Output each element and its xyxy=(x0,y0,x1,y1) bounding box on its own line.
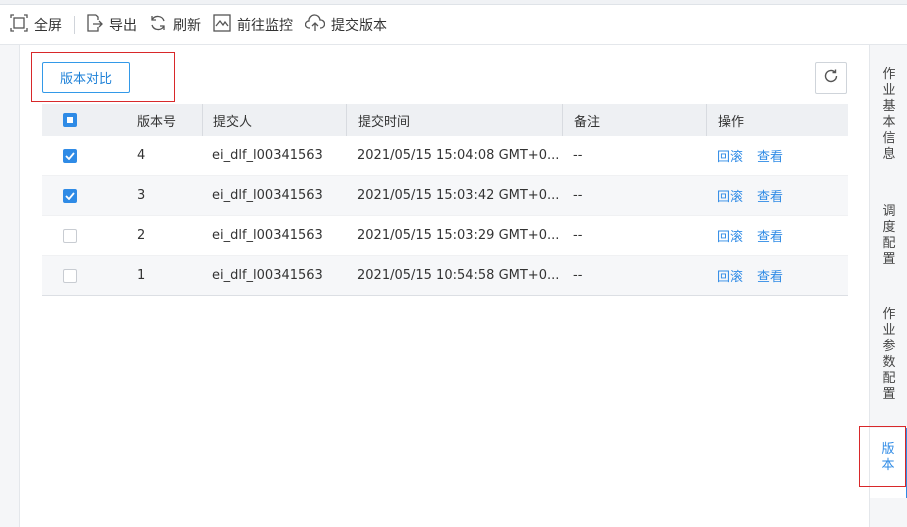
tab-job-params-config[interactable]: 作 业 参 数 配 置 xyxy=(870,307,907,403)
row-actions: 回滚 查看 xyxy=(706,176,848,215)
row-actions: 回滚 查看 xyxy=(706,136,848,175)
left-gutter xyxy=(0,45,20,527)
row-version: 2 xyxy=(137,228,146,243)
fullscreen-button[interactable]: 全屏 xyxy=(10,5,62,45)
version-content: 版本对比 版本号 提交人 提交时间 备注 操作 4 ei_dlf_l003415… xyxy=(21,45,869,527)
row-checkbox[interactable] xyxy=(63,188,77,203)
table-row: 1 ei_dlf_l00341563 2021/05/15 10:54:58 G… xyxy=(42,256,848,296)
submit-version-label: 提交版本 xyxy=(331,17,387,34)
export-label: 导出 xyxy=(109,17,137,34)
row-time: 2021/05/15 10:54:58 GMT+0... xyxy=(357,268,560,283)
row-note: -- xyxy=(573,228,583,243)
row-version: 1 xyxy=(137,268,146,283)
refresh-toolbar-button[interactable]: 刷新 xyxy=(149,5,201,45)
table-row: 2 ei_dlf_l00341563 2021/05/15 15:03:29 G… xyxy=(42,216,848,256)
header-note: 备注 xyxy=(562,104,706,136)
refresh-label: 刷新 xyxy=(173,17,201,34)
table-header: 版本号 提交人 提交时间 备注 操作 xyxy=(42,104,848,136)
table-row: 3 ei_dlf_l00341563 2021/05/15 15:03:42 G… xyxy=(42,176,848,216)
row-note: -- xyxy=(573,188,583,203)
row-submitter: ei_dlf_l00341563 xyxy=(212,268,323,283)
header-version: 版本号 xyxy=(137,114,177,130)
header-action: 操作 xyxy=(706,104,848,136)
highlight-box-version-tab xyxy=(859,426,906,487)
rollback-link[interactable]: 回滚 xyxy=(717,186,743,205)
refresh-icon xyxy=(823,68,839,88)
view-link[interactable]: 查看 xyxy=(757,266,783,285)
fullscreen-icon xyxy=(10,13,34,36)
row-submitter: ei_dlf_l00341563 xyxy=(212,148,323,163)
version-table: 版本号 提交人 提交时间 备注 操作 4 ei_dlf_l00341563 20… xyxy=(42,104,848,296)
tab-schedule-config[interactable]: 调 度 配 置 xyxy=(870,204,907,268)
row-version: 4 xyxy=(137,148,146,163)
select-all-checkbox[interactable] xyxy=(63,113,77,127)
table-refresh-button[interactable] xyxy=(815,62,847,94)
table-row: 4 ei_dlf_l00341563 2021/05/15 15:04:08 G… xyxy=(42,136,848,176)
row-time: 2021/05/15 15:03:42 GMT+0... xyxy=(357,188,560,203)
monitor-icon xyxy=(213,13,237,36)
rollback-link[interactable]: 回滚 xyxy=(717,226,743,245)
row-time: 2021/05/15 15:04:08 GMT+0... xyxy=(357,148,560,163)
version-management-page: 全屏 导出 刷新 前往监控 提交版本 版本对比 版本号 提交人 提交时间 备注 … xyxy=(0,0,907,527)
fullscreen-label: 全屏 xyxy=(34,17,62,34)
view-link[interactable]: 查看 xyxy=(757,226,783,245)
row-actions: 回滚 查看 xyxy=(706,216,848,255)
header-submitter: 提交人 xyxy=(202,104,346,136)
rollback-link[interactable]: 回滚 xyxy=(717,266,743,285)
row-checkbox[interactable] xyxy=(63,148,77,163)
select-all-cell xyxy=(42,104,117,136)
refresh-icon xyxy=(149,14,173,36)
toolbar: 全屏 导出 刷新 前往监控 提交版本 xyxy=(0,5,907,45)
row-note: -- xyxy=(573,268,583,283)
cloud-upload-icon xyxy=(304,13,331,36)
view-link[interactable]: 查看 xyxy=(757,146,783,165)
monitor-label: 前往监控 xyxy=(237,17,293,34)
row-version: 3 xyxy=(137,188,146,203)
submit-version-button[interactable]: 提交版本 xyxy=(304,5,387,45)
row-checkbox[interactable] xyxy=(63,268,77,283)
row-actions: 回滚 查看 xyxy=(706,256,848,295)
row-checkbox[interactable] xyxy=(63,228,77,243)
toolbar-divider xyxy=(74,15,75,34)
version-compare-button[interactable]: 版本对比 xyxy=(42,62,130,93)
row-submitter: ei_dlf_l00341563 xyxy=(212,228,323,243)
header-time: 提交时间 xyxy=(346,104,562,136)
view-link[interactable]: 查看 xyxy=(757,186,783,205)
rollback-link[interactable]: 回滚 xyxy=(717,146,743,165)
row-time: 2021/05/15 15:03:29 GMT+0... xyxy=(357,228,560,243)
row-note: -- xyxy=(573,148,583,163)
export-button[interactable]: 导出 xyxy=(85,5,137,45)
row-submitter: ei_dlf_l00341563 xyxy=(212,188,323,203)
monitor-button[interactable]: 前往监控 xyxy=(213,5,293,45)
export-icon xyxy=(85,13,109,36)
tab-job-basic-info[interactable]: 作 业 基 本 信 息 xyxy=(870,67,907,163)
